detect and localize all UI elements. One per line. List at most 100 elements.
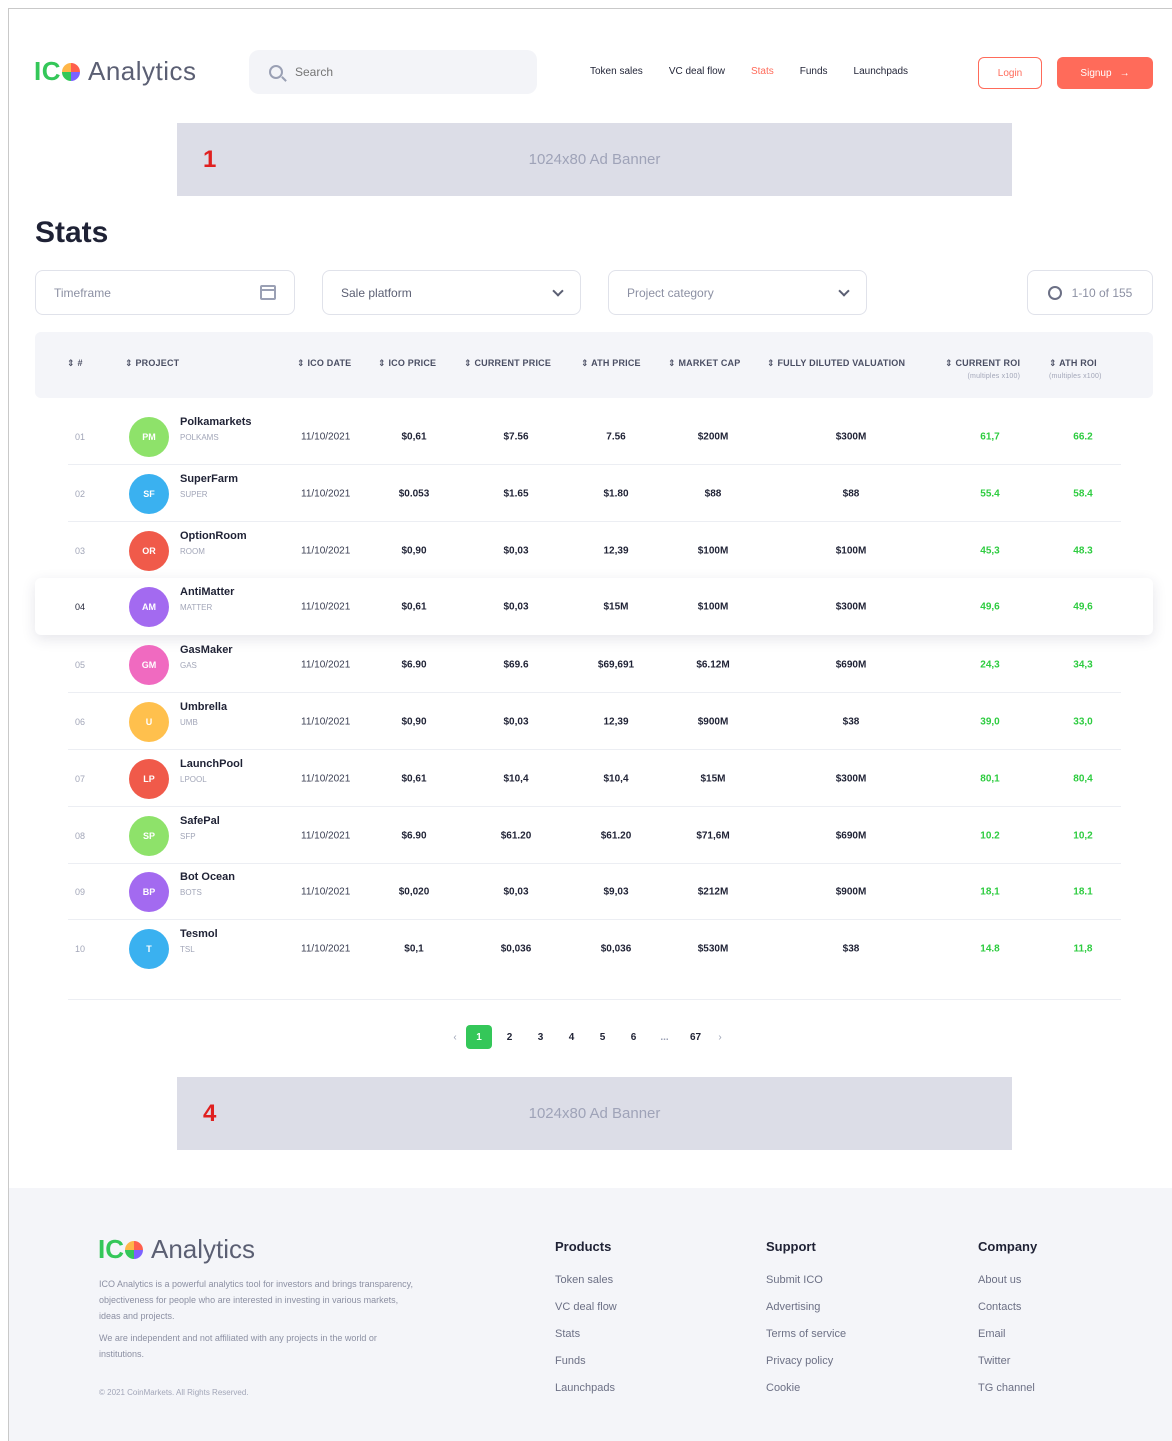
logo-word: Analytics [151,1234,256,1264]
current-roi: 24,3 [980,659,1000,670]
footer-desc-1: ICO Analytics is a powerful analytics to… [99,1279,413,1321]
login-button[interactable]: Login [978,57,1042,89]
project-avatar: U [129,701,169,742]
table-row[interactable]: 09 BP Bot Ocean BOTS 11/10/2021 $0,020 $… [35,863,1153,920]
page-button[interactable]: 6 [618,1025,649,1049]
page-button[interactable]: 4 [556,1025,587,1049]
th-current-price[interactable]: ⇕ CURRENT PRICE [464,358,551,369]
project-name[interactable]: Bot Ocean [180,871,235,883]
results-range[interactable]: 1-10 of 155 [1027,270,1153,315]
chevron-down-icon [838,284,850,297]
nav-vc-deal-flow[interactable]: VC deal flow [669,66,725,77]
signup-button[interactable]: Signup → [1057,57,1153,89]
table-row[interactable]: 05 GM GasMaker GAS 11/10/2021 $6.90 $69.… [35,636,1153,693]
footer-link[interactable]: About us [978,1272,1037,1288]
project-name[interactable]: Tesmol [180,928,218,940]
footer-col-title: Support [766,1239,816,1254]
fdv: $690M [835,659,867,670]
footer-link[interactable]: Cookie [766,1380,846,1396]
page-button[interactable]: 5 [587,1025,618,1049]
project-name[interactable]: SuperFarm [180,473,238,485]
th-market-cap[interactable]: ⇕ MARKET CAP [668,358,740,369]
project-name[interactable]: GasMaker [180,644,233,656]
table-row[interactable]: 07 LP LaunchPool LPOOL 11/10/2021 $0,61 … [35,750,1153,807]
footer-link[interactable]: Funds [555,1353,617,1369]
ath-roi: 33,0 [1073,716,1093,727]
ad-banner-top[interactable]: 1 1024x80 Ad Banner [177,123,1012,196]
th-project[interactable]: ⇕ PROJECT [125,358,179,369]
project-name[interactable]: AntiMatter [180,586,234,598]
market-cap: $15M [700,773,726,784]
fdv: $38 [842,716,860,727]
project-ticker: UMB [180,718,198,727]
search-box[interactable] [249,50,537,94]
page-button[interactable]: 2 [494,1025,525,1049]
project-name[interactable]: LaunchPool [180,758,243,770]
row-index: 10 [75,943,86,954]
ico-date: 11/10/2021 [301,773,351,784]
table-row[interactable]: 01 PM Polkamarkets POLKAMS 11/10/2021 $0… [35,408,1153,465]
page-button[interactable]: 67 [680,1025,711,1049]
fdv: $690M [835,830,867,841]
project-name[interactable]: Polkamarkets [180,416,252,428]
footer-link[interactable]: Terms of service [766,1326,846,1342]
ad-banner-bottom[interactable]: 4 1024x80 Ad Banner [177,1077,1012,1150]
footer-link[interactable]: Stats [555,1326,617,1342]
next-page-button[interactable]: › [711,1025,729,1049]
th-ath-price[interactable]: ⇕ ATH PRICE [581,358,641,369]
logo[interactable]: IC Analytics [34,56,197,87]
th-index[interactable]: ⇕ # [67,358,83,369]
footer-link[interactable]: Contacts [978,1299,1037,1315]
nav-stats[interactable]: Stats [751,66,774,77]
footer-link[interactable]: Submit ICO [766,1272,846,1288]
footer-link[interactable]: Launchpads [555,1380,617,1396]
project-avatar: BP [129,871,169,912]
ico-price: $0,1 [404,943,424,954]
nav-launchpads[interactable]: Launchpads [854,66,909,77]
sale-platform-select[interactable]: Sale platform [322,270,581,315]
footer-link[interactable]: Privacy policy [766,1353,846,1369]
page-button-current[interactable]: 1 [466,1025,492,1049]
prev-page-button[interactable]: ‹ [446,1025,464,1049]
ico-price: $6.90 [401,659,427,670]
timeframe-filter[interactable]: Timeframe [35,270,295,315]
table-row[interactable]: 02 SF SuperFarm SUPER 11/10/2021 $0.053 … [35,465,1153,522]
table-row[interactable]: 06 U Umbrella UMB 11/10/2021 $0,90 $0,03… [35,693,1153,750]
current-price: $69.6 [503,659,529,670]
nav-token-sales[interactable]: Token sales [590,66,643,77]
footer-logo[interactable]: IC Analytics [98,1234,255,1265]
footer-link[interactable]: Advertising [766,1299,846,1315]
project-name[interactable]: OptionRoom [180,530,247,542]
project-avatar: SF [129,473,169,514]
footer-link[interactable]: Token sales [555,1272,617,1288]
footer-link[interactable]: Twitter [978,1353,1037,1369]
ico-price: $0,61 [401,431,427,442]
search-input[interactable] [295,65,495,79]
table-row-hovered[interactable]: 04 AM AntiMatter MATTER 11/10/2021 $0,61… [35,578,1153,635]
page-button[interactable]: 3 [525,1025,556,1049]
project-category-select[interactable]: Project category [608,270,867,315]
table-row[interactable]: 08 SP SafePal SFP 11/10/2021 $6.90 $61.2… [35,807,1153,864]
banner-label: 1024x80 Ad Banner [528,151,661,168]
project-name[interactable]: SafePal [180,815,220,827]
th-ico-price[interactable]: ⇕ ICO PRICE [378,358,436,369]
current-roi: 39,0 [980,716,1000,727]
ico-date: 11/10/2021 [301,659,351,670]
nav-funds[interactable]: Funds [800,66,828,77]
project-avatar: SP [129,815,169,856]
table-row[interactable]: 03 OR OptionRoom ROOM 11/10/2021 $0,90 $… [35,522,1153,579]
project-ticker: SFP [180,832,196,841]
table-row[interactable]: 10 T Tesmol TSL 11/10/2021 $0,1 $0,036 $… [35,920,1153,977]
ath-price: $10,4 [603,773,629,784]
project-name[interactable]: Umbrella [180,701,227,713]
footer-link[interactable]: VC deal flow [555,1299,617,1315]
ath-price: 7.56 [606,431,626,442]
th-ath-roi[interactable]: ⇕ ATH ROI (multiples x100) [1049,358,1102,380]
footer-col-company: Company About us Contacts Email Twitter … [978,1239,1037,1407]
row-index: 01 [75,431,86,442]
footer-link[interactable]: TG channel [978,1380,1037,1396]
th-current-roi[interactable]: ⇕ CURRENT ROI (multiples x100) [945,358,1020,380]
footer-link[interactable]: Email [978,1326,1037,1342]
th-ico-date[interactable]: ⇕ ICO DATE [297,358,351,369]
th-fdv[interactable]: ⇕ FULLY DILUTED VALUATION [767,358,905,369]
